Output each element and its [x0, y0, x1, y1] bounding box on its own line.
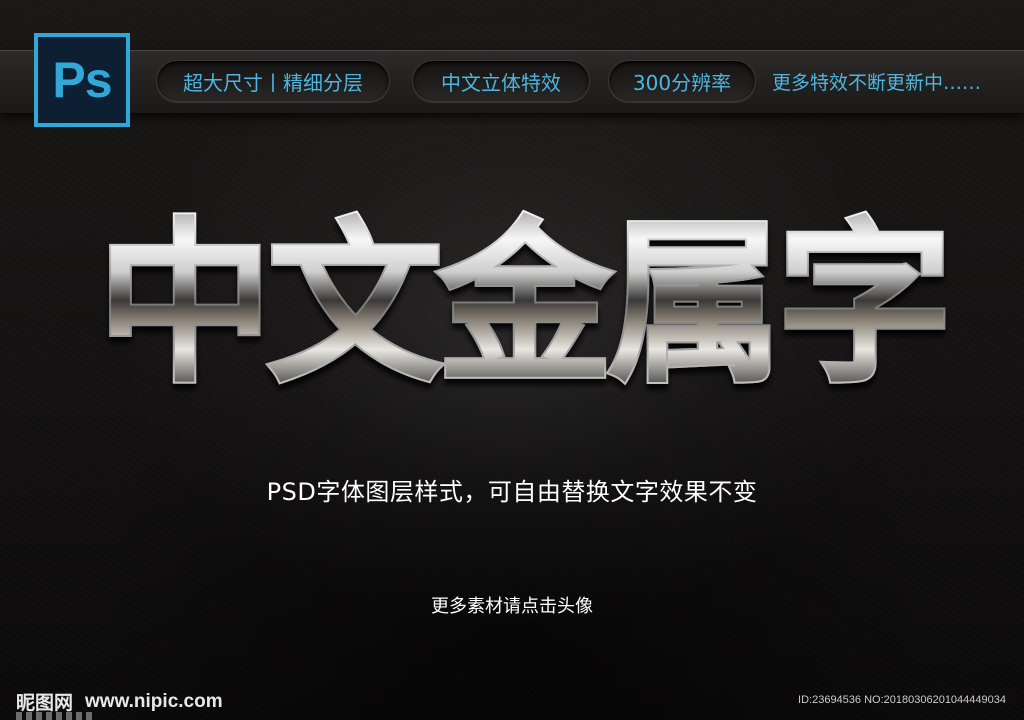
update-tagline: 更多特效不断更新中……	[772, 71, 982, 94]
image-id-label: ID:23694536 NO:20180306201044449034	[798, 694, 1006, 706]
feature-pill-size-layers: 超大尺寸丨精细分层	[156, 60, 390, 102]
feature-pill-resolution: 300分辨率	[608, 60, 756, 102]
cta-text: 更多素材请点击头像	[431, 596, 593, 617]
feature-pill-3d-effect: 中文立体特效	[412, 60, 590, 102]
site-watermark: 昵图网 www.nipic.com	[16, 688, 223, 715]
ps-logo-text: Ps	[52, 52, 112, 108]
metal-headline: 中文金属字	[0, 195, 1024, 415]
subtitle-text: PSD字体图层样式，可自由替换文字效果不变	[266, 478, 758, 506]
poster-canvas: Ps 超大尺寸丨精细分层 中文立体特效 300分辨率 更多特效不断更新中…… 中…	[0, 0, 1024, 720]
photoshop-logo-icon: Ps	[34, 33, 130, 127]
watermark-decoration	[16, 712, 96, 720]
watermark-cn: 昵图网	[16, 693, 74, 714]
headline-text: 中文金属字	[97, 202, 947, 407]
watermark-url: www.nipic.com	[85, 690, 223, 712]
